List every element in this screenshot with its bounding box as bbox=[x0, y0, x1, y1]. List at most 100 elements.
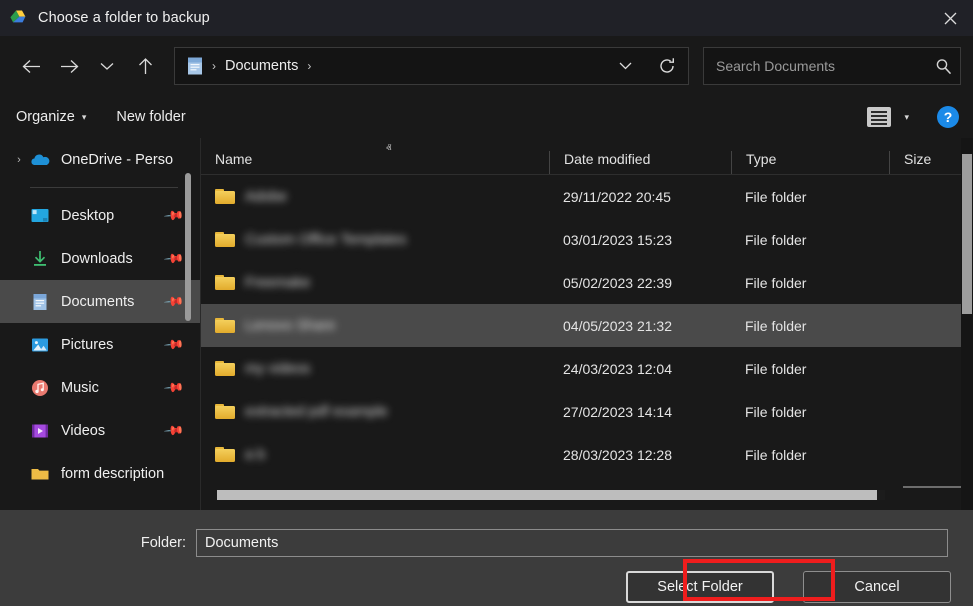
help-button[interactable]: ? bbox=[937, 106, 959, 128]
file-list-rows: Adobe 29/11/2022 20:45 File folder Custo… bbox=[201, 175, 973, 476]
up-one-level-icon[interactable] bbox=[126, 49, 164, 83]
file-list-header: Name ⱏ Date modified Type Size bbox=[201, 138, 973, 175]
column-header-type[interactable]: Type bbox=[731, 151, 889, 174]
new-folder-button[interactable]: New folder bbox=[116, 109, 185, 125]
search-input[interactable] bbox=[704, 57, 926, 75]
select-folder-button[interactable]: Select Folder bbox=[626, 571, 774, 603]
file-name-cell: Lenovo Share bbox=[201, 317, 549, 334]
table-row[interactable]: a b 28/03/2023 12:28 File folder bbox=[201, 433, 973, 476]
vertical-scrollbar-thumb[interactable] bbox=[962, 154, 972, 314]
cancel-button[interactable]: Cancel bbox=[803, 571, 951, 603]
navigation-bar: › Documents › bbox=[0, 36, 973, 96]
list-view-icon[interactable] bbox=[867, 107, 892, 127]
breadcrumb-separator: › bbox=[212, 59, 216, 73]
address-chevron-down-icon[interactable] bbox=[604, 48, 646, 84]
music-icon bbox=[30, 378, 50, 398]
column-header-label: Name bbox=[215, 151, 253, 167]
table-row[interactable]: Lenovo Share 04/05/2023 21:32 File folde… bbox=[201, 304, 973, 347]
sidebar-item-music[interactable]: Music 📌 bbox=[0, 366, 200, 409]
pin-icon[interactable]: 📌 bbox=[163, 290, 185, 313]
new-folder-label: New folder bbox=[116, 109, 186, 125]
sidebar-item-label: Desktop bbox=[61, 207, 115, 224]
file-type-cell: File folder bbox=[745, 446, 807, 463]
table-row[interactable]: my videos 24/03/2023 12:04 File folder bbox=[201, 347, 973, 390]
file-name-cell: Adobe bbox=[201, 188, 549, 205]
pin-icon[interactable]: 📌 bbox=[163, 333, 185, 356]
window-title: Choose a folder to backup bbox=[38, 10, 210, 26]
table-row[interactable]: Freemake 05/02/2023 22:39 File folder bbox=[201, 261, 973, 304]
sidebar-item-desktop[interactable]: Desktop 📌 bbox=[0, 194, 200, 237]
file-name-cell: Custom Office Templates bbox=[201, 231, 549, 248]
file-date-cell: 24/03/2023 12:04 bbox=[563, 360, 672, 377]
breadcrumb-item-documents[interactable]: Documents bbox=[225, 58, 298, 74]
forward-icon[interactable] bbox=[50, 49, 88, 83]
table-row[interactable]: extracted pdf example 27/02/2023 14:14 F… bbox=[201, 390, 973, 433]
column-header-size[interactable]: Size bbox=[889, 151, 964, 174]
onedrive-cloud-icon bbox=[30, 150, 50, 170]
table-row[interactable]: Adobe 29/11/2022 20:45 File folder bbox=[201, 175, 973, 218]
command-bar: Organize ▾ New folder ▾ ? bbox=[0, 96, 973, 138]
sidebar-item-pictures[interactable]: Pictures 📌 bbox=[0, 323, 200, 366]
search-box[interactable] bbox=[703, 47, 961, 85]
sidebar-divider bbox=[30, 187, 178, 188]
pin-icon[interactable]: 📌 bbox=[163, 247, 185, 270]
file-date-cell: 28/03/2023 12:28 bbox=[563, 446, 672, 463]
file-date-cell: 05/02/2023 22:39 bbox=[563, 274, 672, 291]
folder-icon bbox=[215, 274, 235, 291]
file-name-redacted: a b bbox=[245, 446, 266, 463]
sidebar-item-onedrive[interactable]: › OneDrive - Perso bbox=[0, 138, 200, 181]
folder-label: Folder: bbox=[140, 535, 186, 551]
pictures-icon bbox=[30, 335, 50, 355]
organize-label: Organize bbox=[16, 109, 75, 125]
sidebar-item-label: form description bbox=[61, 465, 165, 482]
file-name-redacted: Custom Office Templates bbox=[245, 231, 407, 248]
folder-input[interactable] bbox=[196, 529, 948, 557]
file-list-pane: Name ⱏ Date modified Type Size Adobe 29/… bbox=[201, 138, 973, 510]
file-name-redacted: Adobe bbox=[245, 188, 287, 205]
close-icon[interactable] bbox=[928, 0, 973, 36]
view-options-chevron-down-icon[interactable]: ▾ bbox=[904, 112, 909, 123]
column-header-date-modified[interactable]: Date modified bbox=[549, 151, 731, 174]
file-name-cell: extracted pdf example bbox=[201, 403, 549, 420]
sidebar-item-label: Downloads bbox=[61, 250, 133, 267]
desktop-icon bbox=[30, 206, 50, 226]
sidebar-item-form-description[interactable]: form description bbox=[0, 452, 200, 495]
sidebar-scrollbar-thumb[interactable] bbox=[185, 173, 191, 321]
search-icon[interactable] bbox=[926, 58, 960, 75]
column-header-name[interactable]: Name ⱏ bbox=[201, 143, 549, 174]
file-name-redacted: my videos bbox=[245, 360, 311, 377]
folder-icon bbox=[215, 360, 235, 377]
table-row[interactable]: Custom Office Templates 03/01/2023 15:23… bbox=[201, 218, 973, 261]
sidebar-item-videos[interactable]: Videos 📌 bbox=[0, 409, 200, 452]
column-header-label: Size bbox=[904, 151, 932, 167]
pin-icon[interactable]: 📌 bbox=[163, 204, 185, 227]
sidebar-item-label: Music bbox=[61, 379, 99, 396]
folder-picker-dialog: Choose a folder to backup › Documents › … bbox=[0, 0, 973, 606]
file-type-cell: File folder bbox=[745, 317, 807, 334]
sidebar-item-label: OneDrive - Perso bbox=[61, 151, 174, 168]
folder-icon bbox=[30, 464, 50, 484]
address-bar[interactable]: › Documents › bbox=[174, 47, 689, 85]
organize-button[interactable]: Organize ▾ bbox=[16, 109, 86, 125]
sidebar-item-downloads[interactable]: Downloads 📌 bbox=[0, 237, 200, 280]
file-type-cell: File folder bbox=[745, 188, 807, 205]
refresh-icon[interactable] bbox=[646, 48, 688, 84]
google-drive-icon bbox=[10, 9, 28, 27]
file-name-redacted: extracted pdf example bbox=[245, 403, 388, 420]
horizontal-scrollbar-thumb[interactable] bbox=[217, 490, 877, 500]
folder-icon bbox=[215, 446, 235, 463]
sidebar-item-label: Documents bbox=[61, 293, 135, 310]
dialog-body: › OneDrive - Perso Desktop 📌 Downloads 📌… bbox=[0, 138, 973, 510]
breadcrumb-separator-trailing[interactable]: › bbox=[307, 59, 311, 73]
sidebar-item-documents[interactable]: Documents 📌 bbox=[0, 280, 200, 323]
folder-icon bbox=[215, 231, 235, 248]
chevron-right-icon[interactable]: › bbox=[8, 154, 30, 166]
folder-icon bbox=[215, 317, 235, 334]
downloads-icon bbox=[30, 249, 50, 269]
pin-icon[interactable]: 📌 bbox=[163, 376, 185, 399]
pin-icon[interactable]: 📌 bbox=[163, 419, 185, 442]
recent-locations-chevron-down-icon[interactable] bbox=[88, 49, 126, 83]
back-icon[interactable] bbox=[12, 49, 50, 83]
file-type-cell: File folder bbox=[745, 274, 807, 291]
file-date-cell: 04/05/2023 21:32 bbox=[563, 317, 672, 334]
